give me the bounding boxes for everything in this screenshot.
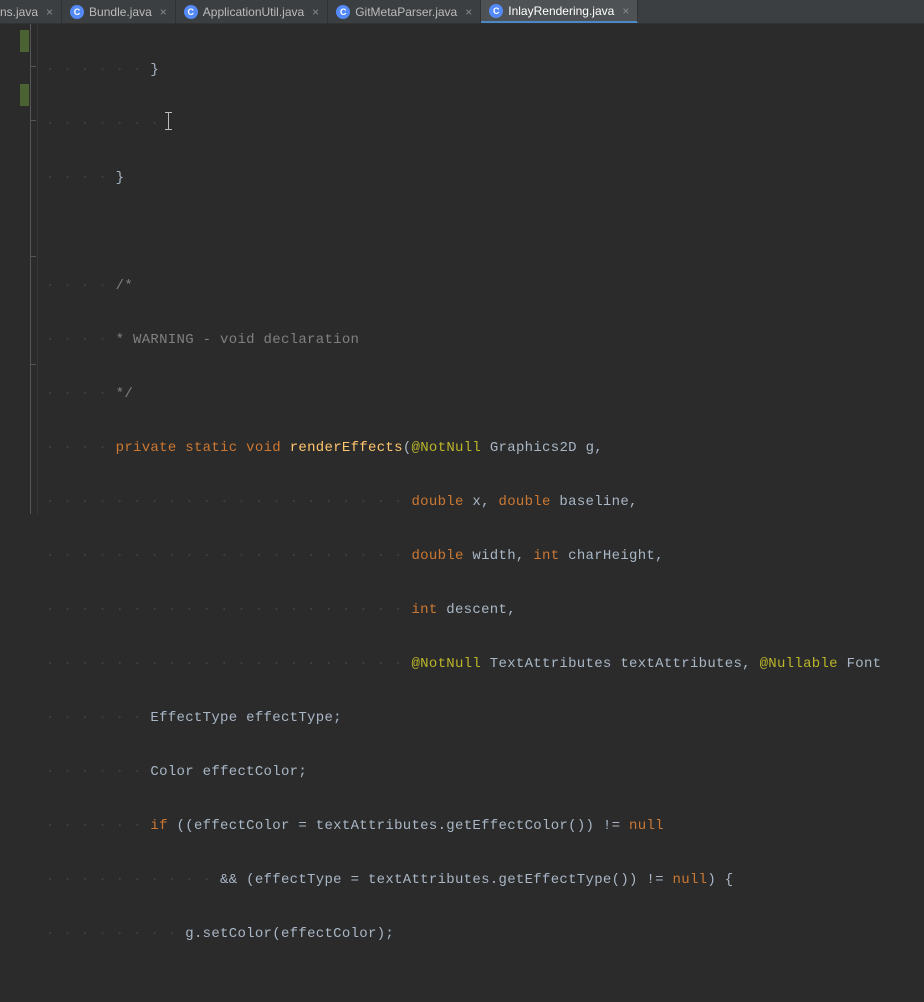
- class-icon: C: [70, 5, 84, 19]
- code-line[interactable]: · · · · · · ·: [46, 111, 881, 138]
- fold-guide: [30, 24, 31, 514]
- class-icon: C: [489, 4, 503, 18]
- code-line[interactable]: · · · · · · EffectType effectType;: [46, 705, 881, 732]
- tab-label: GitMetaParser.java: [355, 5, 457, 19]
- fold-end-icon[interactable]: [30, 364, 36, 365]
- fold-end-icon[interactable]: [30, 120, 36, 121]
- class-icon: C: [184, 5, 198, 19]
- tab-label: Bundle.java: [89, 5, 152, 19]
- code-line[interactable]: · · · · · · · · g.setColor(effectColor);: [46, 921, 881, 948]
- code-line[interactable]: · · · · · · if ((effectColor = textAttri…: [46, 813, 881, 840]
- close-icon[interactable]: ×: [160, 5, 167, 19]
- tab-ns[interactable]: ns.java ×: [0, 0, 62, 23]
- fold-start-icon[interactable]: [30, 256, 36, 257]
- editor-tabs: ns.java × C Bundle.java × C ApplicationU…: [0, 0, 924, 24]
- close-icon[interactable]: ×: [46, 5, 53, 19]
- code-line[interactable]: · · · · /*: [46, 273, 881, 300]
- editor-area: · · · · · · } · · · · · · · · · · · } · …: [0, 24, 924, 514]
- code-line[interactable]: · · · · private static void renderEffect…: [46, 435, 881, 462]
- class-icon: C: [336, 5, 350, 19]
- code-line[interactable]: · · · · · · }: [46, 57, 881, 84]
- close-icon[interactable]: ×: [622, 4, 629, 18]
- tab-gitmetaparser[interactable]: C GitMetaParser.java ×: [328, 0, 481, 23]
- code-line[interactable]: · · · · */: [46, 381, 881, 408]
- code-line[interactable]: · · · · }: [46, 165, 881, 192]
- gutter[interactable]: [0, 24, 38, 514]
- change-marker[interactable]: [20, 84, 29, 106]
- tab-bundle[interactable]: C Bundle.java ×: [62, 0, 176, 23]
- tab-label: ns.java: [0, 5, 38, 19]
- tab-label: InlayRendering.java: [508, 4, 614, 18]
- code-editor[interactable]: · · · · · · } · · · · · · · · · · · } · …: [38, 24, 881, 514]
- fold-end-icon[interactable]: [30, 66, 36, 67]
- close-icon[interactable]: ×: [465, 5, 472, 19]
- code-line[interactable]: · · · · · · · · · · · · · · · · · · · · …: [46, 597, 881, 624]
- code-line[interactable]: · · · · · · · · · · && (effectType = tex…: [46, 867, 881, 894]
- close-icon[interactable]: ×: [312, 5, 319, 19]
- code-line[interactable]: · · · · * WARNING - void declaration: [46, 327, 881, 354]
- code-line[interactable]: · · · · · · · · · · · · · · · · · · · · …: [46, 543, 881, 570]
- code-line[interactable]: [46, 219, 881, 246]
- code-line[interactable]: · · · · · · Color effectColor;: [46, 759, 881, 786]
- code-line[interactable]: · · · · · · · · · · · · · · · · · · · · …: [46, 489, 881, 516]
- tab-label: ApplicationUtil.java: [203, 5, 304, 19]
- tab-applicationutil[interactable]: C ApplicationUtil.java ×: [176, 0, 328, 23]
- text-cursor: [168, 112, 169, 130]
- code-line[interactable]: · · · · · · · · · · · · · · · · · · · · …: [46, 651, 881, 678]
- tab-inlayrendering[interactable]: C InlayRendering.java ×: [481, 0, 638, 23]
- change-marker[interactable]: [20, 30, 29, 52]
